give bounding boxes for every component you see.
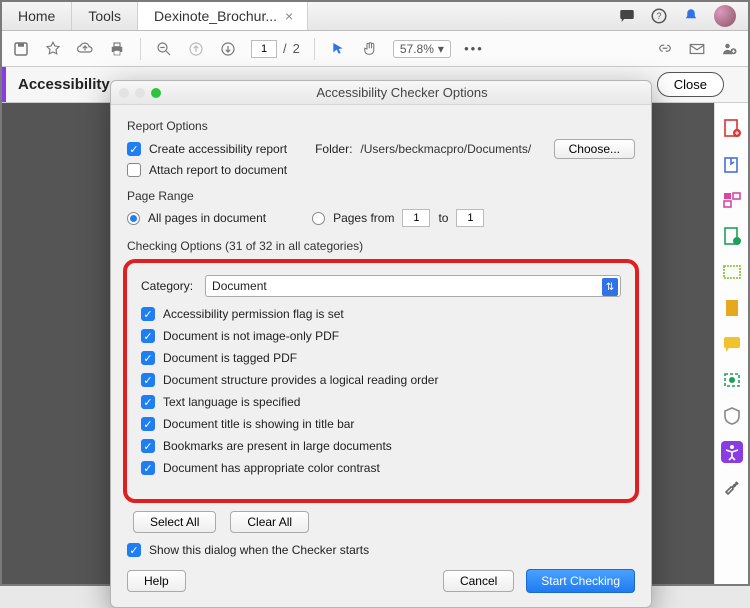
start-checking-button[interactable]: Start Checking — [526, 569, 635, 593]
check-2[interactable]: ✓ — [141, 351, 155, 365]
menubar: Home Tools Dexinote_Brochur... × ? — [2, 2, 748, 31]
hand-icon[interactable] — [361, 40, 379, 58]
chevron-down-icon: ▾ — [438, 42, 444, 56]
page-input[interactable] — [251, 40, 277, 58]
check-4-label: Text language is specified — [163, 395, 300, 409]
clear-all-button[interactable]: Clear All — [230, 511, 309, 533]
check-0-label: Accessibility permission flag is set — [163, 307, 344, 321]
bell-icon[interactable] — [682, 7, 700, 25]
dialog-title: Accessibility Checker Options — [161, 85, 643, 100]
all-pages-label: All pages in document — [148, 211, 266, 225]
help-button[interactable]: Help — [127, 570, 186, 592]
zoom-value: 57.8% — [400, 42, 434, 56]
check-5-label: Document title is showing in title bar — [163, 417, 354, 431]
all-pages-radio[interactable] — [127, 212, 140, 225]
page-indicator: / 2 — [251, 40, 300, 58]
rail-organize-icon[interactable] — [721, 189, 743, 211]
rail-enhance-icon[interactable] — [721, 261, 743, 283]
page-slash: / — [283, 41, 287, 56]
category-label: Category: — [141, 279, 193, 293]
highlighted-region: Category: Document ⇅ ✓ Accessibility perm… — [123, 259, 639, 503]
attach-report-label: Attach report to document — [149, 163, 287, 177]
help-icon[interactable]: ? — [650, 7, 668, 25]
rail-tools-icon[interactable] — [721, 477, 743, 499]
check-6-label: Bookmarks are present in large documents — [163, 439, 392, 453]
category-select[interactable]: Document ⇅ — [205, 275, 621, 297]
dialog-titlebar: Accessibility Checker Options — [111, 81, 651, 105]
check-2-label: Document is tagged PDF — [163, 351, 297, 365]
link-icon[interactable] — [656, 40, 674, 58]
check-1[interactable]: ✓ — [141, 329, 155, 343]
pages-to-label: to — [438, 211, 448, 225]
up-arrow-icon[interactable] — [187, 40, 205, 58]
select-arrows-icon: ⇅ — [602, 278, 618, 296]
pointer-icon[interactable] — [329, 40, 347, 58]
rail-create-pdf-icon[interactable] — [721, 117, 743, 139]
check-0[interactable]: ✓ — [141, 307, 155, 321]
create-report-checkbox[interactable]: ✓ — [127, 142, 141, 156]
menu-tools[interactable]: Tools — [72, 2, 138, 30]
cloud-upload-icon[interactable] — [76, 40, 94, 58]
checks-list: ✓ Accessibility permission flag is set ✓ D… — [141, 307, 621, 475]
pages-from-input[interactable] — [402, 209, 430, 227]
right-rail — [714, 103, 748, 584]
check-7-label: Document has appropriate color contrast — [163, 461, 380, 475]
folder-path: /Users/beckmacpro/Documents/ — [360, 142, 531, 156]
rail-accessibility-icon[interactable] — [721, 441, 743, 463]
choose-button[interactable]: Choose... — [554, 139, 635, 159]
star-icon[interactable] — [44, 40, 62, 58]
check-1-label: Document is not image-only PDF — [163, 329, 339, 343]
report-options-label: Report Options — [127, 119, 635, 133]
menu-home[interactable]: Home — [2, 2, 72, 30]
check-6[interactable]: ✓ — [141, 439, 155, 453]
window-min-dot[interactable] — [135, 88, 145, 98]
svg-text:?: ? — [656, 11, 661, 21]
folder-label: Folder: — [315, 142, 352, 156]
show-dialog-label: Show this dialog when the Checker starts — [149, 543, 369, 557]
window-zoom-dot[interactable] — [151, 88, 161, 98]
select-all-button[interactable]: Select All — [133, 511, 216, 533]
show-dialog-checkbox[interactable]: ✓ — [127, 543, 141, 557]
page-range-label: Page Range — [127, 189, 635, 203]
checking-options-label: Checking Options (31 of 32 in all catego… — [127, 239, 635, 253]
pages-from-label: Pages from — [333, 211, 394, 225]
attach-report-checkbox[interactable] — [127, 163, 141, 177]
pages-from-radio[interactable] — [312, 212, 325, 225]
add-user-icon[interactable] — [720, 40, 738, 58]
down-arrow-icon[interactable] — [219, 40, 237, 58]
category-value: Document — [212, 279, 267, 293]
close-button[interactable]: Close — [657, 72, 724, 97]
more-icon[interactable]: ••• — [465, 40, 483, 58]
rail-scan-icon[interactable] — [721, 369, 743, 391]
rail-edit-icon[interactable] — [721, 225, 743, 247]
mail-icon[interactable] — [688, 40, 706, 58]
rail-comment-icon[interactable] — [721, 333, 743, 355]
check-4[interactable]: ✓ — [141, 395, 155, 409]
window-close-dot[interactable] — [119, 88, 129, 98]
zoom-out-icon[interactable] — [155, 40, 173, 58]
chat-icon[interactable] — [618, 7, 636, 25]
create-report-label: Create accessibility report — [149, 142, 287, 156]
rail-protect-icon[interactable] — [721, 405, 743, 427]
print-icon[interactable] — [108, 40, 126, 58]
check-3[interactable]: ✓ — [141, 373, 155, 387]
pages-to-input[interactable] — [456, 209, 484, 227]
document-tab-label: Dexinote_Brochur... — [154, 8, 277, 24]
rail-export-icon[interactable] — [721, 153, 743, 175]
page-total: 2 — [293, 41, 300, 56]
rail-page-icon[interactable] — [721, 297, 743, 319]
check-3-label: Document structure provides a logical re… — [163, 373, 438, 387]
cancel-button[interactable]: Cancel — [443, 570, 514, 592]
panel-title: Accessibility — [6, 76, 122, 93]
check-7[interactable]: ✓ — [141, 461, 155, 475]
toolbar: / 2 57.8% ▾ ••• — [2, 31, 748, 67]
close-icon[interactable]: × — [285, 8, 293, 24]
check-5[interactable]: ✓ — [141, 417, 155, 431]
accessibility-checker-dialog: Accessibility Checker Options Report Opt… — [110, 80, 652, 608]
avatar[interactable] — [714, 5, 736, 27]
document-tab[interactable]: Dexinote_Brochur... × — [138, 2, 308, 30]
save-icon[interactable] — [12, 40, 30, 58]
zoom-select[interactable]: 57.8% ▾ — [393, 40, 451, 58]
